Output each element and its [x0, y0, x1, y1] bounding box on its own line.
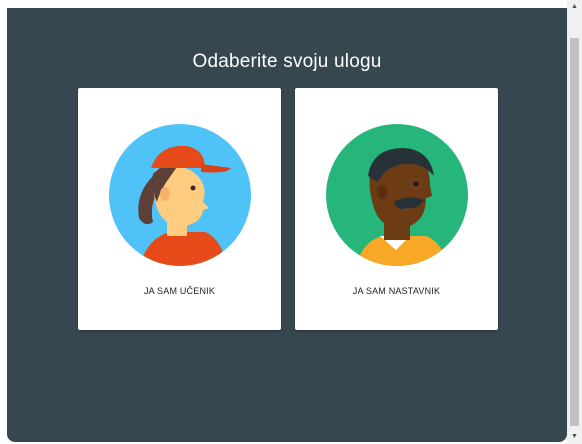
- teacher-role-card[interactable]: JA SAM NASTAVNIK: [295, 88, 498, 330]
- scrollbar-thumb[interactable]: [570, 38, 579, 426]
- scroll-down-arrow-icon[interactable]: ▼: [567, 430, 582, 444]
- teacher-avatar-icon: [326, 124, 468, 266]
- scroll-up-arrow-icon[interactable]: ▲: [567, 0, 582, 14]
- student-role-card[interactable]: JA SAM UČENIK: [78, 88, 281, 330]
- vertical-scrollbar[interactable]: ▲ ▼: [567, 0, 582, 444]
- role-selection-dialog: Odaberite svoju ulogu JA SAM UČENIK JA S…: [7, 8, 567, 442]
- dialog-title: Odaberite svoju ulogu: [192, 51, 382, 72]
- student-role-label: JA SAM UČENIK: [143, 286, 216, 296]
- student-avatar-icon: [109, 124, 251, 266]
- teacher-role-label: JA SAM NASTAVNIK: [352, 286, 441, 296]
